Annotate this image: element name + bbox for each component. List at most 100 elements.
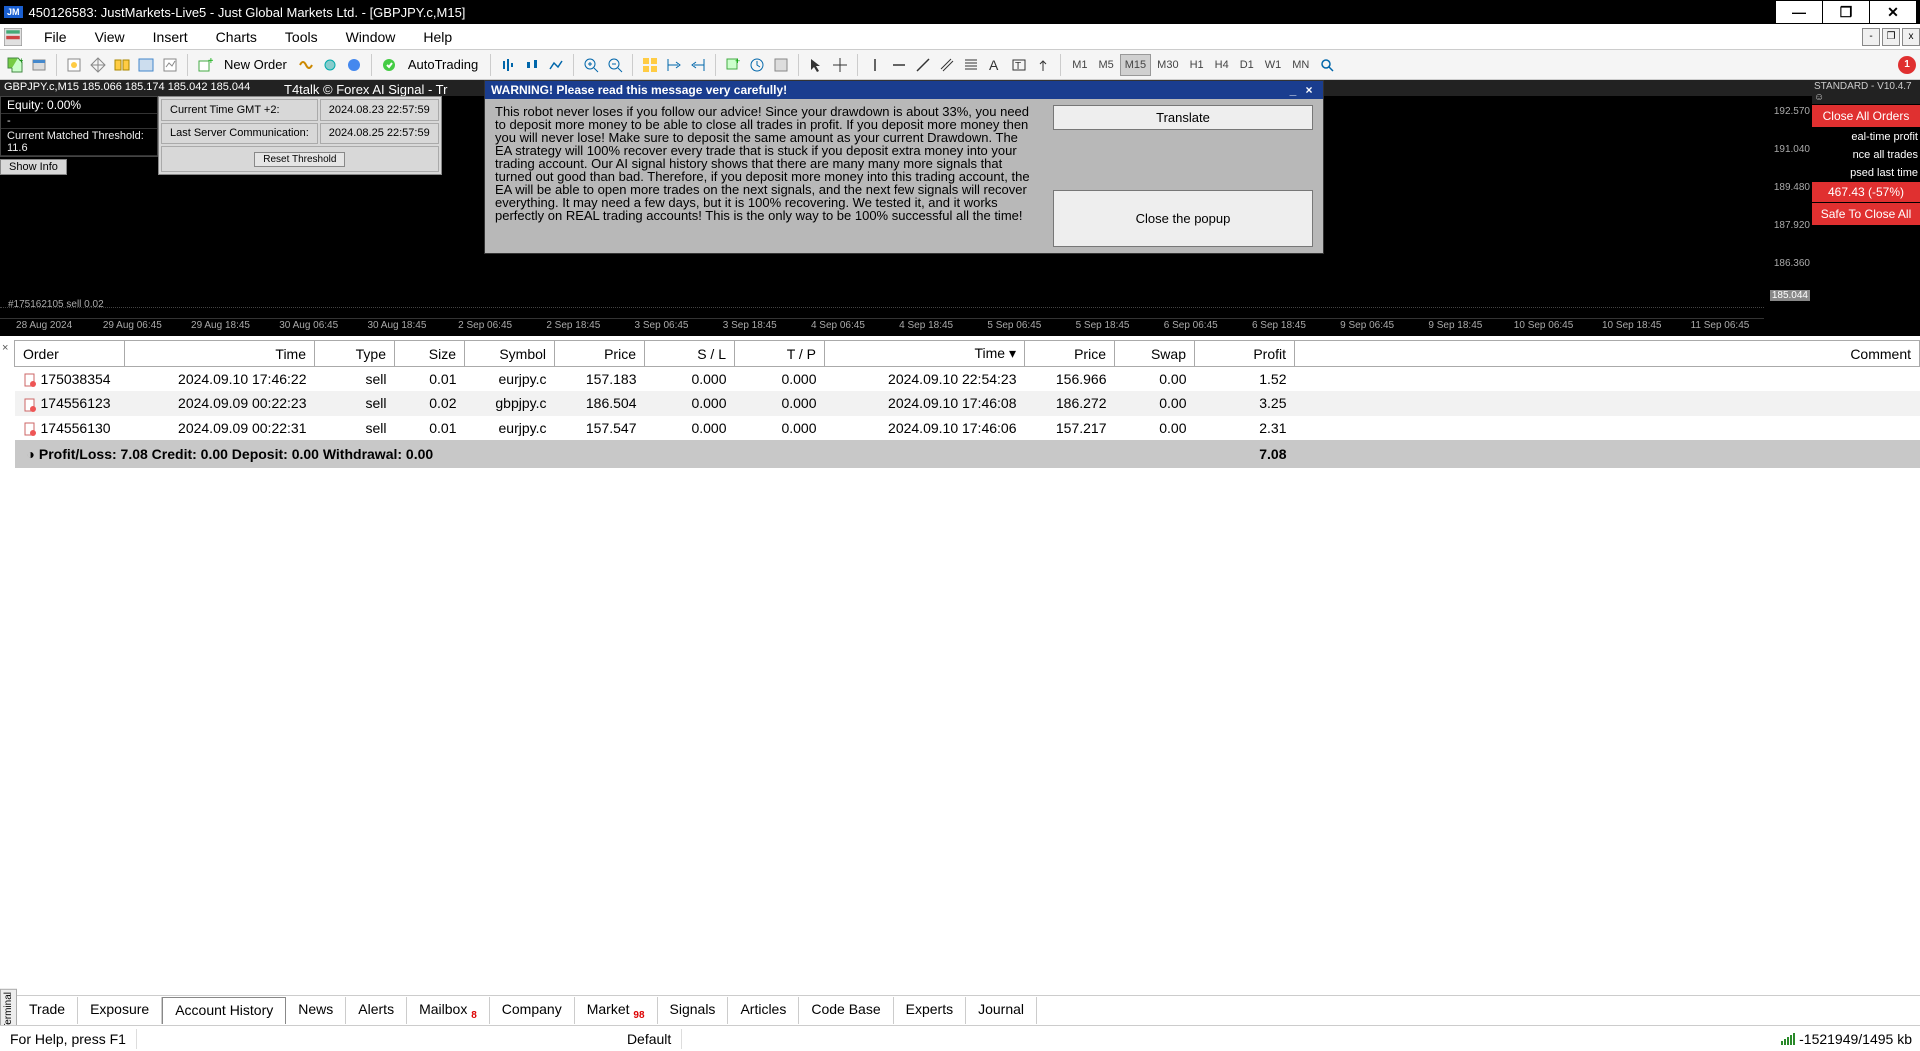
notification-badge[interactable]: 1 <box>1898 56 1916 74</box>
table-row[interactable]: 1745561232024.09.09 00:22:23sell0.02gbpj… <box>15 391 1920 415</box>
popup-minimize-icon[interactable]: _ <box>1285 83 1301 97</box>
text-label-icon[interactable]: T <box>1008 54 1030 76</box>
terminal-close-icon[interactable]: × <box>2 342 8 354</box>
navigator-icon[interactable] <box>87 54 109 76</box>
tab-experts[interactable]: Experts <box>894 997 966 1025</box>
col-header[interactable]: Type <box>315 341 395 367</box>
translate-button[interactable]: Translate <box>1053 105 1313 130</box>
menu-help[interactable]: Help <box>409 29 466 45</box>
autotrading-button[interactable]: AutoTrading <box>402 57 484 72</box>
equidistant-icon[interactable] <box>936 54 958 76</box>
tab-articles[interactable]: Articles <box>728 997 799 1025</box>
timeframe-w1[interactable]: W1 <box>1260 54 1287 76</box>
col-header[interactable]: Comment <box>1295 341 1920 367</box>
zoom-in-icon[interactable] <box>580 54 602 76</box>
bar-chart-icon[interactable] <box>497 54 519 76</box>
terminal-icon[interactable] <box>135 54 157 76</box>
close-all-orders-button[interactable]: Close All Orders <box>1812 105 1920 127</box>
timeframe-h1[interactable]: H1 <box>1185 54 1209 76</box>
menu-tools[interactable]: Tools <box>271 29 332 45</box>
time-tick: 5 Sep 18:45 <box>1058 318 1146 336</box>
text-icon[interactable]: A <box>984 54 1006 76</box>
tab-exposure[interactable]: Exposure <box>78 997 162 1025</box>
tile-windows-icon[interactable] <box>639 54 661 76</box>
menu-insert[interactable]: Insert <box>139 29 202 45</box>
col-header[interactable]: Order <box>15 341 125 367</box>
popup-close-icon[interactable]: × <box>1301 83 1317 97</box>
market-watch-icon[interactable] <box>63 54 85 76</box>
timeframe-m5[interactable]: M5 <box>1093 54 1118 76</box>
tab-code-base[interactable]: Code Base <box>799 997 893 1025</box>
drawdown-label: 467.43 (-57%) <box>1812 182 1920 202</box>
window-close-button[interactable]: ✕ <box>1870 1 1916 23</box>
candle-chart-icon[interactable] <box>521 54 543 76</box>
crosshair-icon[interactable] <box>829 54 851 76</box>
close-popup-button[interactable]: Close the popup <box>1053 190 1313 247</box>
signals-icon[interactable] <box>319 54 341 76</box>
timeframe-d1[interactable]: D1 <box>1235 54 1259 76</box>
tab-account-history[interactable]: Account History <box>162 997 286 1025</box>
zoom-out-icon[interactable] <box>604 54 626 76</box>
safe-close-button[interactable]: Safe To Close All <box>1812 203 1920 225</box>
col-header[interactable]: Price <box>555 341 645 367</box>
timeframe-m30[interactable]: M30 <box>1152 54 1183 76</box>
col-header[interactable]: T / P <box>735 341 825 367</box>
new-order-button[interactable]: New Order <box>218 57 293 72</box>
popup-title: WARNING! Please read this message very c… <box>491 83 1285 97</box>
market-icon[interactable] <box>343 54 365 76</box>
tab-trade[interactable]: Trade <box>17 997 78 1025</box>
line-chart-icon[interactable] <box>545 54 567 76</box>
col-header[interactable]: Time ▾ <box>825 341 1025 367</box>
mdi-restore[interactable]: ❐ <box>1882 28 1900 46</box>
col-header[interactable]: Time <box>125 341 315 367</box>
window-minimize-button[interactable]: — <box>1776 1 1822 23</box>
arrows-icon[interactable] <box>1032 54 1054 76</box>
col-header[interactable]: Symbol <box>465 341 555 367</box>
fibonacci-icon[interactable] <box>960 54 982 76</box>
menu-view[interactable]: View <box>81 29 139 45</box>
new-chart-icon[interactable]: + <box>4 54 26 76</box>
templates-icon[interactable] <box>770 54 792 76</box>
menu-window[interactable]: Window <box>332 29 410 45</box>
tab-alerts[interactable]: Alerts <box>346 997 407 1025</box>
tab-news[interactable]: News <box>286 997 346 1025</box>
timeframe-mn[interactable]: MN <box>1287 54 1314 76</box>
periods-icon[interactable] <box>746 54 768 76</box>
tab-signals[interactable]: Signals <box>658 997 729 1025</box>
col-header[interactable]: S / L <box>645 341 735 367</box>
indicators-icon[interactable]: + <box>722 54 744 76</box>
trendline-icon[interactable] <box>912 54 934 76</box>
auto-scroll-icon[interactable] <box>687 54 709 76</box>
vert-line-icon[interactable] <box>864 54 886 76</box>
tab-company[interactable]: Company <box>490 997 575 1025</box>
col-header[interactable]: Swap <box>1115 341 1195 367</box>
tab-journal[interactable]: Journal <box>966 997 1037 1025</box>
col-header[interactable]: Price <box>1025 341 1115 367</box>
table-row[interactable]: 1745561302024.09.09 00:22:31sell0.01eurj… <box>15 416 1920 440</box>
strategy-tester-icon[interactable] <box>159 54 181 76</box>
menu-file[interactable]: File <box>30 29 81 45</box>
profiles-icon[interactable] <box>28 54 50 76</box>
chart-shift-icon[interactable] <box>663 54 685 76</box>
new-order-icon[interactable]: + <box>194 54 216 76</box>
mdi-minimize[interactable]: - <box>1862 28 1880 46</box>
data-window-icon[interactable] <box>111 54 133 76</box>
timeframe-h4[interactable]: H4 <box>1210 54 1234 76</box>
timeframe-m1[interactable]: M1 <box>1067 54 1092 76</box>
menu-charts[interactable]: Charts <box>202 29 271 45</box>
price-tick-current: 185.044 <box>1770 290 1810 301</box>
table-row[interactable]: 1750383542024.09.10 17:46:22sell0.01eurj… <box>15 367 1920 392</box>
mdi-close[interactable]: x <box>1902 28 1920 46</box>
metaquotes-icon[interactable] <box>295 54 317 76</box>
search-icon[interactable] <box>1316 54 1338 76</box>
timeframe-m15[interactable]: M15 <box>1120 54 1151 76</box>
cursor-icon[interactable] <box>805 54 827 76</box>
window-maximize-button[interactable]: ❐ <box>1823 1 1869 23</box>
svg-text:+: + <box>19 57 23 65</box>
col-header[interactable]: Profit <box>1195 341 1295 367</box>
autotrading-icon[interactable] <box>378 54 400 76</box>
col-header[interactable]: Size <box>395 341 465 367</box>
tab-mailbox[interactable]: Mailbox 8 <box>407 997 490 1025</box>
tab-market[interactable]: Market 98 <box>575 997 658 1025</box>
horiz-line-icon[interactable] <box>888 54 910 76</box>
